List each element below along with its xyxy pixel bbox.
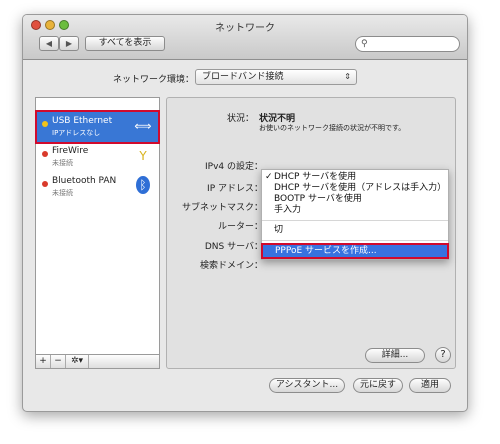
assistant-button[interactable]: アシスタント...: [269, 378, 345, 393]
search-domain-label: 検索ドメイン：: [199, 261, 263, 271]
checkmark-icon: ✓: [265, 172, 273, 182]
status-dot-icon: [42, 151, 48, 157]
apply-button[interactable]: 適用: [409, 378, 451, 393]
firewire-icon: Y: [139, 149, 147, 163]
menu-item-dhcp-manual-address[interactable]: DHCP サーバを使用（アドレスは手入力）: [262, 183, 448, 194]
search-input[interactable]: [372, 38, 454, 50]
remove-service-button[interactable]: −: [51, 355, 66, 368]
service-status: 未接続: [52, 189, 73, 197]
forward-button[interactable]: ▶: [59, 36, 79, 51]
service-item-usb-ethernet[interactable]: USB Ethernet IPアドレスなし ⟺: [35, 110, 160, 144]
menu-separator: [262, 240, 448, 241]
ipv4-config-menu: ✓ DHCP サーバを使用 DHCP サーバを使用（アドレスは手入力） BOOT…: [261, 169, 449, 260]
service-list: USB Ethernet IPアドレスなし ⟺ FireWire 未接続 Y B…: [35, 97, 160, 355]
status-label: 状況：: [226, 114, 254, 124]
bluetooth-icon: ᛒ: [136, 176, 150, 194]
service-status: 未接続: [52, 159, 73, 167]
service-status: IPアドレスなし: [52, 129, 101, 137]
location-popup[interactable]: ブロードバンド接続 ⇕: [195, 69, 357, 85]
gear-icon: ✲▾: [70, 356, 84, 366]
menu-item-manual[interactable]: 手入力: [262, 205, 448, 216]
network-preferences-window: ネットワーク ◀ ▶ すべてを表示 ⚲ ネットワーク環境： ブロードバンド接続 …: [22, 14, 468, 412]
service-name: Bluetooth PAN: [52, 176, 117, 186]
ethernet-icon: ⟺: [134, 119, 152, 133]
search-field[interactable]: ⚲: [355, 36, 460, 52]
show-all-button[interactable]: すべてを表示: [85, 36, 165, 51]
gear-menu-button[interactable]: ✲▾: [66, 355, 89, 368]
help-button[interactable]: ?: [435, 347, 451, 363]
menu-item-create-pppoe[interactable]: PPPoE サービスを作成...: [261, 243, 449, 259]
router-label: ルーター：: [217, 222, 263, 232]
location-label: ネットワーク環境：: [113, 75, 195, 85]
updown-arrows-icon: ⇕: [344, 72, 351, 81]
status-dot-icon: [42, 181, 48, 187]
ip-address-label: IP アドレス：: [207, 184, 263, 194]
ipv4-config-label: IPv4 の設定：: [205, 162, 263, 172]
menu-item-bootp[interactable]: BOOTP サーバを使用: [262, 194, 448, 205]
service-item-bluetooth-pan[interactable]: Bluetooth PAN 未接続 ᛒ: [37, 172, 158, 202]
title-bar: ネットワーク ◀ ▶ すべてを表示 ⚲: [23, 15, 467, 60]
subnet-mask-label: サブネットマスク：: [181, 203, 263, 213]
revert-button[interactable]: 元に戻す: [353, 378, 403, 393]
back-arrow-icon: ◀: [45, 39, 53, 48]
advanced-button[interactable]: 詳細...: [365, 348, 425, 363]
forward-arrow-icon: ▶: [65, 39, 73, 48]
status-description: お使いのネットワーク接続の状況が不明です。: [259, 124, 406, 132]
location-value: ブロードバンド接続: [202, 72, 284, 82]
menu-item-off[interactable]: 切: [262, 225, 448, 236]
search-icon: ⚲: [361, 39, 368, 49]
service-name: USB Ethernet: [52, 116, 113, 126]
window-title: ネットワーク: [215, 23, 275, 34]
menu-item-dhcp[interactable]: ✓ DHCP サーバを使用: [262, 172, 448, 183]
add-service-button[interactable]: +: [36, 355, 51, 368]
back-button[interactable]: ◀: [39, 36, 59, 51]
service-item-firewire[interactable]: FireWire 未接続 Y: [37, 142, 158, 172]
service-name: FireWire: [52, 146, 89, 156]
service-list-buttons: + − ✲▾: [35, 355, 160, 369]
menu-separator: [262, 220, 448, 221]
status-dot-icon: [42, 121, 48, 127]
dns-server-label: DNS サーバ：: [204, 242, 263, 252]
